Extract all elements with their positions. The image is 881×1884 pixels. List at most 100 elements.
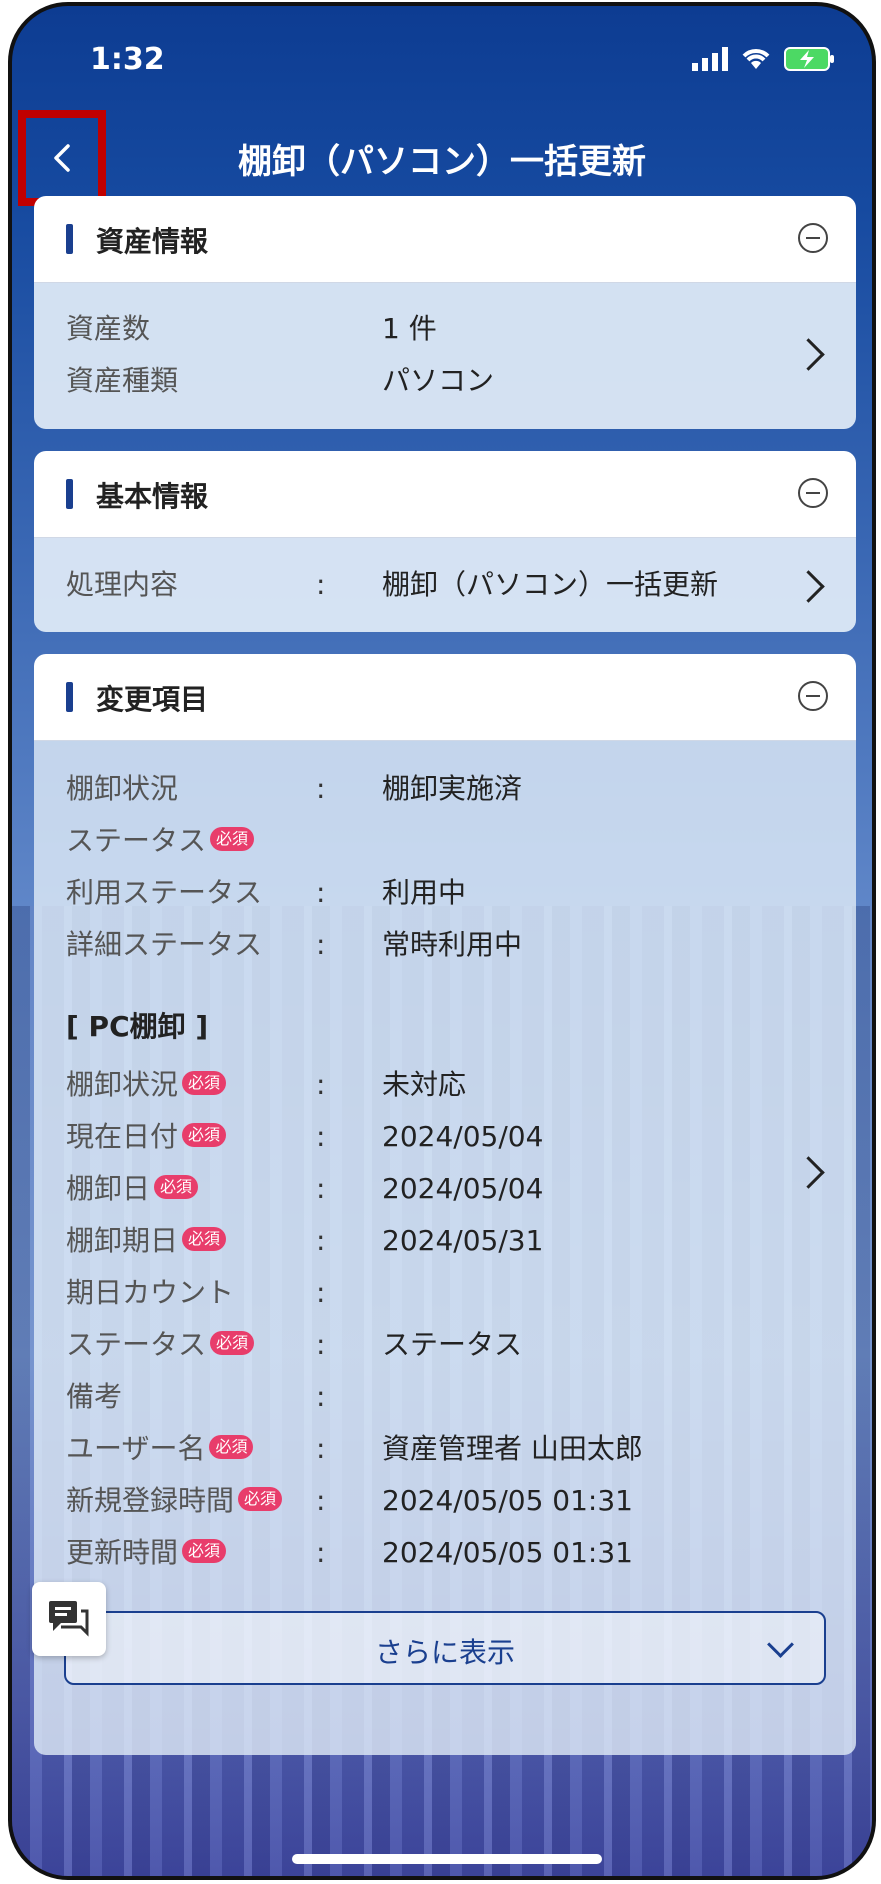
change-items-card: 変更項目 棚卸状況 : 棚卸実施済 ステータス 必須 利用ステータス : 利用中 … bbox=[34, 654, 856, 1755]
row-label-wrap: 現在日付 必須 bbox=[66, 1117, 227, 1157]
usage-status-row: 利用ステータス : 利用中 bbox=[66, 873, 796, 913]
colon: : bbox=[316, 1068, 326, 1101]
basic-info-card: 基本情報 処理内容 : 棚卸（パソコン）一括更新 bbox=[34, 451, 856, 632]
basic-info-body[interactable]: 処理内容 : 棚卸（パソコン）一括更新 bbox=[34, 537, 856, 632]
row-value: ステータス bbox=[382, 1328, 523, 1361]
row-label: 利用ステータス bbox=[66, 876, 263, 909]
pc-status-row: ステータス 必須 : ステータス bbox=[66, 1325, 796, 1365]
chevron-right-icon[interactable] bbox=[792, 338, 825, 371]
row-label-wrap: ステータス 必須 bbox=[66, 821, 255, 861]
row-label: 棚卸日 bbox=[66, 1172, 151, 1205]
process-row: 処理内容 : 棚卸（パソコン）一括更新 bbox=[66, 565, 796, 605]
row-label: ステータス bbox=[66, 824, 207, 857]
row-label: ユーザー名 bbox=[66, 1432, 206, 1465]
row-label-wrap: 棚卸状況 必須 bbox=[66, 1065, 227, 1105]
wifi-icon bbox=[742, 49, 770, 69]
process-value: 棚卸（パソコン）一括更新 bbox=[382, 568, 719, 601]
row-label-wrap: ユーザー名 必須 bbox=[66, 1429, 254, 1469]
asset-count-value: 1 件 bbox=[382, 312, 437, 345]
row-label: 現在日付 bbox=[66, 1120, 179, 1153]
row-value: 2024/05/04 bbox=[382, 1120, 544, 1153]
colon: : bbox=[316, 1120, 326, 1153]
updated-time-row: 更新時間 必須 : 2024/05/05 01:31 bbox=[66, 1533, 796, 1573]
section-accent-bar bbox=[66, 682, 73, 712]
row-value: 資産管理者 山田太郎 bbox=[382, 1432, 643, 1465]
asset-type-row: 資産種類 パソコン bbox=[66, 361, 796, 401]
colon: : bbox=[316, 1328, 326, 1361]
colon: : bbox=[316, 772, 326, 805]
colon: : bbox=[316, 1172, 326, 1205]
colon: : bbox=[316, 1536, 326, 1569]
change-items-body[interactable]: 棚卸状況 : 棚卸実施済 ステータス 必須 利用ステータス : 利用中 詳細ステー… bbox=[34, 740, 856, 1755]
status-icons bbox=[692, 46, 836, 72]
required-badge: 必須 bbox=[182, 1227, 227, 1251]
status-time: 1:32 bbox=[90, 42, 165, 77]
status-row: ステータス 必須 bbox=[66, 821, 796, 861]
asset-info-card: 資産情報 資産数 1 件 資産種類 パソコン bbox=[34, 196, 856, 429]
colon: : bbox=[316, 1380, 326, 1413]
chat-button[interactable] bbox=[32, 1582, 106, 1656]
phone-frame: 1:32 棚卸（パソコン）一括更新 資産情報 資産数 1 件 資産種類 パソコン bbox=[8, 2, 876, 1880]
user-name-row: ユーザー名 必須 : 資産管理者 山田太郎 bbox=[66, 1429, 796, 1469]
row-value: 棚卸実施済 bbox=[382, 772, 523, 805]
inventory-due-row: 棚卸期日 必須 : 2024/05/31 bbox=[66, 1221, 796, 1261]
change-items-header: 変更項目 bbox=[34, 654, 856, 740]
row-label-wrap: 新規登録時間 必須 bbox=[66, 1481, 283, 1521]
row-label: 棚卸状況 bbox=[66, 1068, 179, 1101]
required-badge: 必須 bbox=[182, 1071, 227, 1095]
row-label: 新規登録時間 bbox=[66, 1484, 235, 1517]
row-label-wrap: ステータス 必須 bbox=[66, 1325, 255, 1365]
row-value: 2024/05/05 01:31 bbox=[382, 1484, 633, 1517]
section-accent-bar bbox=[66, 224, 73, 254]
status-bar: 1:32 bbox=[12, 6, 872, 116]
colon: : bbox=[316, 568, 326, 601]
pc-section-label: [ PC棚卸 ] bbox=[66, 1010, 209, 1043]
chevron-right-icon[interactable] bbox=[792, 570, 825, 603]
row-label: 棚卸状況 bbox=[66, 772, 179, 805]
asset-info-header: 資産情報 bbox=[34, 196, 856, 282]
created-time-row: 新規登録時間 必須 : 2024/05/05 01:31 bbox=[66, 1481, 796, 1521]
row-label-wrap: 棚卸期日 必須 bbox=[66, 1221, 227, 1261]
required-badge: 必須 bbox=[210, 827, 255, 851]
row-value: 2024/05/31 bbox=[382, 1224, 544, 1257]
current-date-row: 現在日付 必須 : 2024/05/04 bbox=[66, 1117, 796, 1157]
minus-circle-icon[interactable] bbox=[798, 223, 828, 253]
row-label: 更新時間 bbox=[66, 1536, 179, 1569]
row-value: 2024/05/04 bbox=[382, 1172, 544, 1205]
remarks-row: 備考 : bbox=[66, 1377, 796, 1417]
inventory-status-row: 棚卸状況 : 棚卸実施済 bbox=[66, 769, 796, 809]
minus-circle-icon[interactable] bbox=[798, 681, 828, 711]
section-accent-bar bbox=[66, 479, 73, 509]
row-label-wrap: 棚卸日 必須 bbox=[66, 1169, 199, 1209]
colon: : bbox=[316, 876, 326, 909]
colon: : bbox=[316, 1224, 326, 1257]
show-more-button[interactable]: さらに表示 bbox=[64, 1611, 826, 1685]
inventory-date-row: 棚卸日 必須 : 2024/05/04 bbox=[66, 1169, 796, 1209]
row-label-wrap: 更新時間 必須 bbox=[66, 1533, 227, 1573]
page-title: 棚卸（パソコン）一括更新 bbox=[238, 142, 646, 182]
asset-count-label: 資産数 bbox=[66, 312, 151, 345]
required-badge: 必須 bbox=[182, 1123, 227, 1147]
row-label: ステータス bbox=[66, 1328, 207, 1361]
detail-status-row: 詳細ステータス : 常時利用中 bbox=[66, 925, 796, 965]
required-badge: 必須 bbox=[182, 1539, 227, 1563]
pc-inventory-status-row: 棚卸状況 必須 : 未対応 bbox=[66, 1065, 796, 1105]
minus-circle-icon[interactable] bbox=[798, 478, 828, 508]
basic-info-header: 基本情報 bbox=[34, 451, 856, 537]
colon: : bbox=[316, 928, 326, 961]
home-indicator[interactable] bbox=[292, 1854, 602, 1864]
due-count-row: 期日カウント : bbox=[66, 1273, 796, 1313]
colon: : bbox=[316, 1276, 326, 1309]
change-items-title: 変更項目 bbox=[96, 683, 209, 716]
chat-icon bbox=[49, 1601, 89, 1637]
required-badge: 必須 bbox=[238, 1487, 283, 1511]
chevron-right-icon[interactable] bbox=[792, 1156, 825, 1189]
asset-type-value: パソコン bbox=[382, 364, 495, 397]
required-badge: 必須 bbox=[209, 1435, 254, 1459]
row-value: 利用中 bbox=[382, 876, 467, 909]
row-value: 未対応 bbox=[382, 1068, 467, 1101]
row-value: 常時利用中 bbox=[382, 928, 523, 961]
row-value: 2024/05/05 01:31 bbox=[382, 1536, 633, 1569]
asset-type-label: 資産種類 bbox=[66, 364, 179, 397]
asset-info-body[interactable]: 資産数 1 件 資産種類 パソコン bbox=[34, 282, 856, 429]
